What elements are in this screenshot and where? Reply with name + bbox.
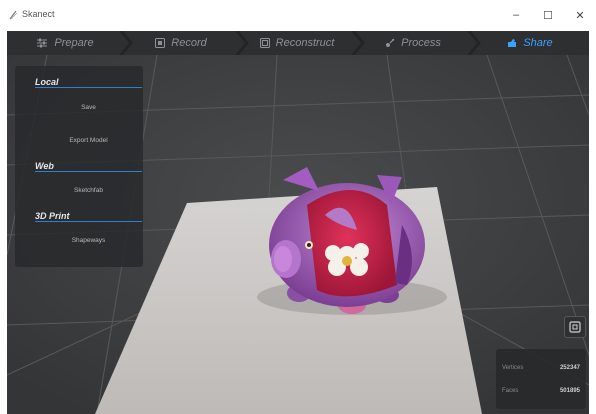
tab-record[interactable]: Record	[123, 31, 239, 55]
shapeways-button[interactable]: Shapeways	[35, 237, 142, 244]
tab-prepare[interactable]: Prepare	[7, 31, 123, 55]
tab-process-label: Process	[401, 37, 441, 49]
close-button[interactable]: ✕	[568, 6, 592, 24]
section-divider	[35, 221, 142, 222]
save-button[interactable]: Save	[35, 104, 142, 111]
share-icon	[507, 38, 517, 48]
faces-label: Faces	[502, 388, 519, 394]
sliders-icon	[36, 38, 48, 48]
tab-reconstruct[interactable]: Reconstruct	[239, 31, 355, 55]
maximize-button[interactable]: ☐	[536, 6, 560, 24]
tab-process[interactable]: Process	[355, 31, 471, 55]
tab-reconstruct-label: Reconstruct	[275, 37, 335, 49]
tab-record-label: Record	[171, 37, 207, 49]
cube-icon	[259, 38, 270, 48]
record-icon	[155, 38, 166, 48]
vertices-value: 252347	[559, 365, 580, 371]
process-icon	[385, 38, 395, 48]
faces-value: 501895	[559, 388, 580, 394]
tab-share[interactable]: Share	[471, 31, 589, 55]
minimize-button[interactable]: –	[504, 6, 528, 24]
view-reset-button[interactable]	[564, 316, 586, 338]
export-model-button[interactable]: Export Model	[35, 137, 142, 144]
window-title: Skanect	[22, 9, 55, 19]
share-panel: Local Save Export Model Web Sketchfab 3D…	[15, 66, 143, 267]
section-web-title: Web	[35, 161, 54, 171]
sketchfab-button[interactable]: Sketchfab	[35, 187, 142, 194]
tab-share-label: Share	[523, 37, 553, 49]
tab-prepare-label: Prepare	[54, 37, 94, 49]
app-icon	[9, 10, 18, 20]
frame-icon	[569, 321, 581, 333]
section-print-title: 3D Print	[35, 211, 70, 221]
section-divider	[35, 171, 142, 172]
workflow-tabs: Prepare Record Reconstruct Process Share	[7, 31, 589, 55]
mesh-stats: Vertices 252347 Faces 501895	[496, 349, 586, 409]
vertices-label: Vertices	[502, 365, 524, 371]
title-bar: Skanect – ☐ ✕	[0, 0, 596, 30]
section-local-title: Local	[35, 77, 59, 87]
section-divider	[35, 87, 142, 88]
